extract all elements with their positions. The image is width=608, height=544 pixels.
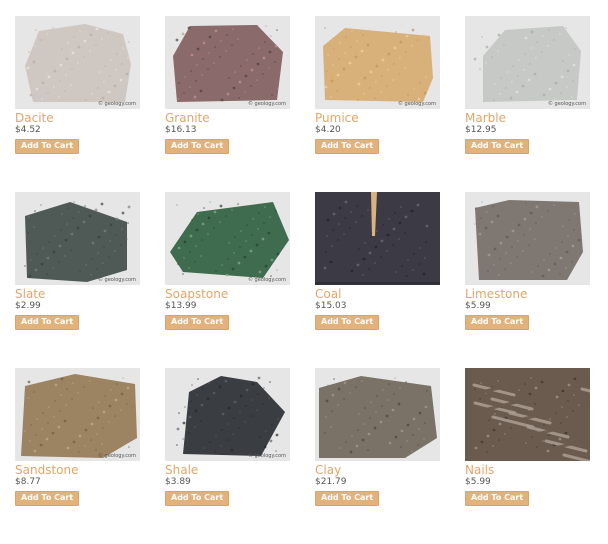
product-price: $3.89 bbox=[165, 477, 191, 487]
limestone-rock-photo bbox=[465, 192, 590, 285]
product-image[interactable] bbox=[465, 368, 590, 461]
product-name[interactable]: Clay bbox=[315, 464, 440, 477]
product-image[interactable]: © geology.com bbox=[165, 192, 290, 285]
add-to-cart-button[interactable]: Add To Cart bbox=[315, 491, 380, 506]
product-image[interactable]: © geology.com bbox=[165, 368, 290, 461]
image-watermark: © geology.com bbox=[97, 277, 136, 283]
product-price: $12.95 bbox=[465, 125, 497, 135]
product-name[interactable]: Shale bbox=[165, 464, 290, 477]
image-watermark: © geology.com bbox=[247, 453, 286, 459]
product-price: $2.99 bbox=[15, 301, 41, 311]
marble-rock-photo bbox=[465, 16, 590, 109]
image-watermark: © geology.com bbox=[97, 101, 136, 107]
product-name[interactable]: Coal bbox=[315, 288, 440, 301]
image-watermark: © geology.com bbox=[247, 101, 286, 107]
product-image[interactable]: © geology.com bbox=[315, 16, 440, 109]
pumice-rock-photo bbox=[315, 16, 440, 109]
clay-rock-photo bbox=[315, 368, 440, 461]
product-name[interactable]: Limestone bbox=[465, 288, 590, 301]
add-to-cart-button[interactable]: Add To Cart bbox=[165, 315, 230, 330]
product-price: $16.13 bbox=[165, 125, 197, 135]
product-name[interactable]: Marble bbox=[465, 112, 590, 125]
product-image[interactable]: © geology.com bbox=[15, 192, 140, 285]
product-card: Clay $21.79 Add To Cart bbox=[315, 368, 440, 544]
product-price: $15.03 bbox=[315, 301, 347, 311]
product-card: © geology.com Soapstone $13.99 Add To Cart bbox=[165, 192, 290, 368]
product-image[interactable] bbox=[315, 192, 440, 285]
nails-photo bbox=[465, 368, 590, 461]
product-image[interactable]: © geology.com bbox=[15, 16, 140, 109]
image-watermark: © geology.com bbox=[547, 101, 586, 107]
slate-rock-photo bbox=[15, 192, 140, 285]
product-card: © geology.com Marble $12.95 Add To Cart bbox=[465, 16, 590, 192]
image-watermark: © geology.com bbox=[247, 277, 286, 283]
product-price: $13.99 bbox=[165, 301, 197, 311]
product-price: $8.77 bbox=[15, 477, 41, 487]
product-card: © geology.com Pumice $4.20 Add To Cart bbox=[315, 16, 440, 192]
product-image[interactable]: © geology.com bbox=[465, 16, 590, 109]
product-card: Coal $15.03 Add To Cart bbox=[315, 192, 440, 368]
product-name[interactable]: Soapstone bbox=[165, 288, 290, 301]
add-to-cart-button[interactable]: Add To Cart bbox=[15, 491, 80, 506]
product-name[interactable]: Granite bbox=[165, 112, 290, 125]
product-grid: © geology.com Dacite $4.52 Add To Cart © geo… bbox=[15, 16, 590, 544]
product-price: $21.79 bbox=[315, 477, 347, 487]
product-price: $5.99 bbox=[465, 477, 491, 487]
product-card: © geology.com Dacite $4.52 Add To Cart bbox=[15, 16, 140, 192]
product-card: © geology.com Sandstone $8.77 Add To Cart bbox=[15, 368, 140, 544]
product-image[interactable]: © geology.com bbox=[15, 368, 140, 461]
product-image[interactable] bbox=[315, 368, 440, 461]
add-to-cart-button[interactable]: Add To Cart bbox=[15, 139, 80, 154]
add-to-cart-button[interactable]: Add To Cart bbox=[315, 139, 380, 154]
product-card: © geology.com Shale $3.89 Add To Cart bbox=[165, 368, 290, 544]
coal-rock-photo bbox=[315, 192, 440, 285]
granite-rock-photo bbox=[165, 16, 290, 109]
product-price: $4.20 bbox=[315, 125, 341, 135]
product-image[interactable] bbox=[465, 192, 590, 285]
add-to-cart-button[interactable]: Add To Cart bbox=[465, 491, 530, 506]
dacite-rock-photo bbox=[15, 16, 140, 109]
product-price: $5.99 bbox=[465, 301, 491, 311]
product-name[interactable]: Nails bbox=[465, 464, 590, 477]
add-to-cart-button[interactable]: Add To Cart bbox=[165, 491, 230, 506]
image-watermark: © geology.com bbox=[397, 101, 436, 107]
product-image[interactable]: © geology.com bbox=[165, 16, 290, 109]
soapstone-rock-photo bbox=[165, 192, 290, 285]
product-name[interactable]: Slate bbox=[15, 288, 140, 301]
add-to-cart-button[interactable]: Add To Cart bbox=[465, 139, 530, 154]
add-to-cart-button[interactable]: Add To Cart bbox=[465, 315, 530, 330]
shale-rock-photo bbox=[165, 368, 290, 461]
image-watermark: © geology.com bbox=[97, 453, 136, 459]
product-card: Nails $5.99 Add To Cart bbox=[465, 368, 590, 544]
product-price: $4.52 bbox=[15, 125, 41, 135]
product-card: Limestone $5.99 Add To Cart bbox=[465, 192, 590, 368]
product-name[interactable]: Pumice bbox=[315, 112, 440, 125]
product-card: © geology.com Slate $2.99 Add To Cart bbox=[15, 192, 140, 368]
product-name[interactable]: Dacite bbox=[15, 112, 140, 125]
add-to-cart-button[interactable]: Add To Cart bbox=[15, 315, 80, 330]
product-card: © geology.com Granite $16.13 Add To Cart bbox=[165, 16, 290, 192]
sandstone-rock-photo bbox=[15, 368, 140, 461]
add-to-cart-button[interactable]: Add To Cart bbox=[165, 139, 230, 154]
product-name[interactable]: Sandstone bbox=[15, 464, 140, 477]
add-to-cart-button[interactable]: Add To Cart bbox=[315, 315, 380, 330]
